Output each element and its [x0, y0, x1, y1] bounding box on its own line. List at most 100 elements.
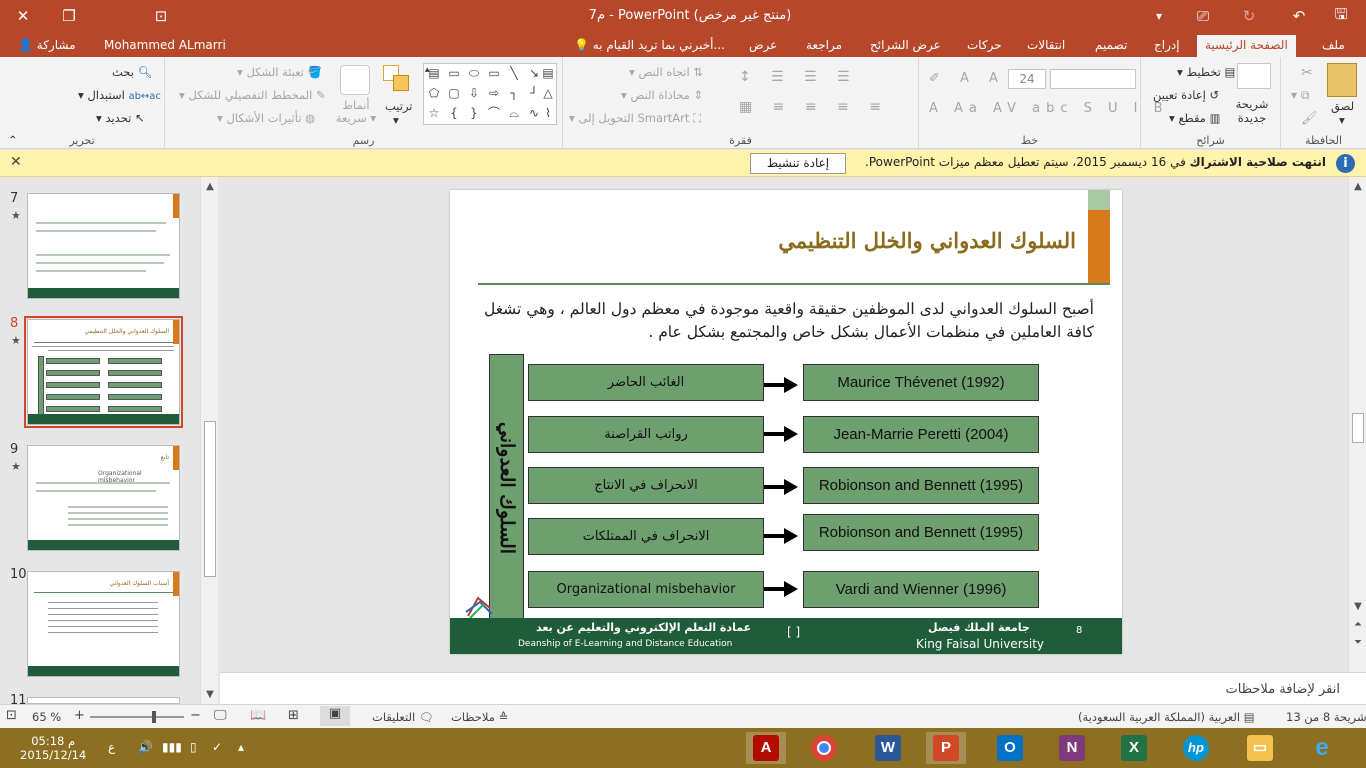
new-slide-button[interactable]: شريحة جديدة [1229, 97, 1275, 125]
brace-shape-icon[interactable]: { [446, 106, 462, 120]
previous-slide-icon[interactable]: ⏶ [1349, 619, 1366, 633]
tab-view[interactable]: عرض [741, 35, 785, 57]
close-window-button[interactable]: ✕ [0, 0, 46, 32]
save-icon[interactable]: 🖫 [1318, 0, 1364, 32]
font-tools-icons[interactable]: ✐ A A [929, 71, 1006, 86]
text-direction-button[interactable]: ▾ اتجاه النص ⇅ [629, 65, 703, 79]
taskbar-file-explorer[interactable]: ▭ [1240, 732, 1280, 764]
zoom-in-icon[interactable]: + [74, 708, 85, 723]
slide-body-text[interactable]: أصبح السلوك العدواني لدى الموظفين حقيقة … [454, 298, 1094, 344]
right-arrow-icon[interactable] [764, 528, 798, 544]
user-name[interactable]: Mohammed ALmarri [104, 35, 226, 55]
slide-sorter-icon[interactable]: ⊞ [288, 708, 299, 723]
redo-icon[interactable]: ↻ [1226, 0, 1272, 32]
brace-close-shape-icon[interactable]: } [466, 106, 482, 120]
shapes-gallery[interactable]: ▤ ▭ ⬭ ▭ ╲ ↘ ▤ ⬠ ▢ ⇩ ⇨ ┐ ┘ △ ☆ { } ⌒ ⌓ ∿ … [423, 63, 557, 125]
close-infobar-icon[interactable]: ✕ [10, 154, 22, 170]
arrange-icon[interactable] [383, 65, 413, 95]
share-button[interactable]: 👤 مشاركة [18, 35, 76, 55]
thumbnails-scrollbar[interactable]: ▲ ▼ [200, 177, 218, 704]
rounded-rect-shape-icon[interactable]: ▢ [446, 86, 462, 100]
rectangle-shape-icon[interactable]: ▭ [446, 66, 462, 80]
taskbar-powerpoint[interactable]: P [926, 732, 966, 764]
scroll-down-icon[interactable]: ▼ [201, 689, 219, 700]
author-box-5[interactable]: Vardi and Wienner (1996) [803, 571, 1039, 608]
comments-button[interactable]: التعليقات 🗨 [372, 710, 433, 724]
taskbar-acrobat[interactable]: A [746, 732, 786, 764]
paste-dropdown-icon[interactable]: ▾ [1339, 113, 1345, 127]
slideshow-view-icon[interactable]: 🖵 [214, 708, 227, 723]
volume-icon[interactable]: 🔊 [138, 740, 153, 754]
shape-outline-button[interactable]: ▾ المخطط التفصيلي للشكل ✎ [179, 88, 326, 102]
rectangle-shape-icon[interactable]: ▭ [486, 66, 502, 80]
text-shape-icon[interactable]: ▤ [540, 66, 556, 80]
author-box-2[interactable]: Jean-Marrie Peretti (2004) [803, 416, 1039, 453]
restore-window-button[interactable]: ❐ [46, 0, 92, 32]
tab-design[interactable]: تصميم [1087, 35, 1135, 57]
font-format-icons[interactable]: A Aa AV abc S U I B [929, 101, 1169, 116]
start-from-beginning-icon[interactable]: ⎚ [1180, 0, 1226, 32]
zoom-slider-knob[interactable] [152, 711, 156, 723]
collapse-ribbon-icon[interactable]: ⌃ [8, 133, 18, 147]
language-status[interactable]: العربية (المملكة العربية السعودية) ▤ [1078, 710, 1255, 724]
input-language-indicator[interactable]: ع [108, 740, 115, 754]
undo-icon[interactable]: ↶ [1276, 0, 1322, 32]
scribble-shape-icon[interactable]: ⌇ [540, 106, 556, 120]
star-shape-icon[interactable]: ☆ [426, 106, 442, 120]
slide-thumbnail-10[interactable]: أسباب السلوك العدواني [27, 571, 180, 677]
show-hidden-icons[interactable]: ▴ [238, 740, 244, 754]
scroll-thumb[interactable] [204, 421, 216, 577]
arrange-dropdown-icon[interactable]: ▾ [393, 113, 399, 127]
scroll-thumb[interactable] [1352, 413, 1364, 443]
normal-view-icon[interactable]: ▣ [320, 706, 350, 726]
behavior-box-3[interactable]: الانحراف في الانتاج [528, 467, 764, 504]
right-arrow-shape-icon[interactable]: ⇨ [486, 86, 502, 100]
find-button[interactable]: بحث 🔍︎ [112, 65, 152, 79]
pentagon-shape-icon[interactable]: ⬠ [426, 86, 442, 100]
taskbar-outlook[interactable]: O [990, 732, 1030, 764]
tab-slideshow[interactable]: عرض الشرائح [862, 35, 949, 57]
tab-review[interactable]: مراجعة [798, 35, 850, 57]
tab-animations[interactable]: حركات [959, 35, 1010, 57]
tab-insert[interactable]: إدراج [1146, 35, 1188, 57]
battery-icon[interactable]: ▯ [190, 740, 197, 754]
tell-me-box[interactable]: 💡 أخبرني بما تريد القيام به... [574, 35, 725, 55]
arrange-button[interactable]: ترتيب [385, 99, 413, 113]
aggressive-behavior-box[interactable]: السلوك العدواني [489, 354, 524, 622]
right-arrow-icon[interactable] [764, 479, 798, 495]
reset-button[interactable]: إعادة تعيين ↺ [1153, 88, 1219, 102]
behavior-box-5[interactable]: Organizational misbehavior [528, 571, 764, 608]
arc-shape-icon[interactable]: ⌓ [506, 106, 522, 120]
copy-icon[interactable]: ▾ ⧉ [1291, 88, 1309, 103]
tab-transitions[interactable]: انتقالات [1019, 35, 1073, 57]
behavior-box-4[interactable]: الانحراف في الممتلكات [528, 518, 764, 555]
reading-view-icon[interactable]: 📖 [250, 708, 266, 723]
security-icon[interactable]: ✓ [212, 740, 222, 754]
taskbar-onenote[interactable]: N [1052, 732, 1092, 764]
slide-thumbnail-11[interactable] [27, 697, 180, 704]
taskbar-clock[interactable]: 05:18 م 2015/12/14 [20, 734, 86, 762]
shape-effects-button[interactable]: ▾ تأثيرات الأشكال ◍ [217, 111, 315, 125]
behavior-box-2[interactable]: رواتب القراصنة [528, 416, 764, 453]
scroll-up-icon[interactable]: ▲ [201, 181, 219, 192]
align-text-button[interactable]: ▾ محاذاة النص ⇕ [621, 88, 703, 102]
scroll-up-icon[interactable]: ▲ [1349, 181, 1366, 195]
reactivate-button[interactable]: إعادة تنشيط [750, 153, 846, 174]
section-button[interactable]: ▾ مقطع ▥ [1169, 111, 1221, 125]
new-slide-icon[interactable] [1237, 63, 1271, 89]
ribbon-display-options-icon[interactable]: ⊡ [138, 0, 184, 32]
right-arrow-icon[interactable] [764, 581, 798, 597]
zoom-slider[interactable] [90, 711, 184, 723]
taskbar-chrome[interactable] [804, 732, 844, 764]
alignment-icons[interactable]: ▦ ≡ ≡ ≡ ≡ [739, 99, 889, 115]
right-arrow-icon[interactable] [764, 426, 798, 442]
author-box-1[interactable]: Maurice Thévenet (1992) [803, 364, 1039, 401]
line-spacing-icons[interactable]: ↕ ☰ ☰ ☰ [739, 69, 858, 85]
notes-pane[interactable]: انقر لإضافة ملاحظات [220, 672, 1366, 704]
format-painter-icon[interactable]: 🖌 [1301, 111, 1318, 126]
select-button[interactable]: ▾ تحديد ↖ [96, 111, 145, 125]
zoom-out-icon[interactable]: − [190, 708, 201, 723]
curve-shape-icon[interactable]: ⌒ [486, 106, 502, 120]
next-slide-icon[interactable]: ⏷ [1349, 637, 1366, 651]
down-arrow-shape-icon[interactable]: ⇩ [466, 86, 482, 100]
